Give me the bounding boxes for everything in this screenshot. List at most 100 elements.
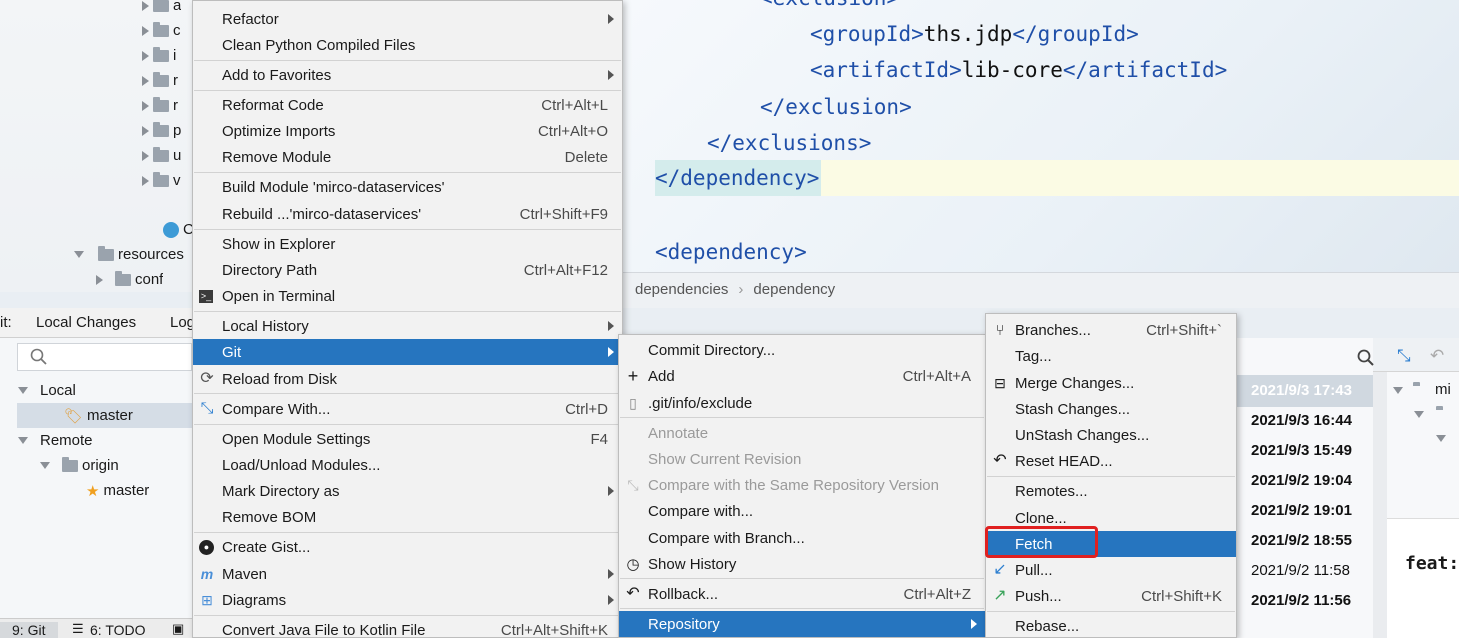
menu-item-pull[interactable]: ↙ Pull... [986,557,1236,583]
tree-row[interactable]: c [142,18,181,43]
log-date[interactable]: 2021/9/2 19:01 [1251,502,1352,519]
log-date[interactable]: 2021/9/2 11:58 [1251,562,1350,579]
menu-item-diagrams[interactable]: ⊞ Diagrams [193,587,622,613]
collapse-arrow-icon[interactable] [18,387,28,394]
menu-item-compare-same-repo[interactable]: ⤡ Compare with the Same Repository Versio… [619,472,985,498]
log-date[interactable]: 2021/9/2 11:56 [1251,592,1351,609]
log-scrollbar[interactable] [1373,338,1387,638]
context-menu: Refactor Clean Python Compiled Files Add… [192,0,623,638]
tree-row[interactable]: p [142,118,181,143]
menu-item-tag[interactable]: Tag... [986,343,1236,369]
collapse-arrow-icon[interactable] [18,437,28,444]
merge-icon: ⊟ [994,375,1006,391]
breadcrumb-item[interactable]: dependencies [635,281,728,298]
menu-item-clean-python[interactable]: Clean Python Compiled Files [193,32,622,58]
menu-item-maven[interactable]: m Maven [193,561,622,587]
expand-arrow-icon[interactable] [142,75,149,86]
expand-arrow-icon[interactable] [142,150,149,161]
menu-item-rebase[interactable]: Rebase... [986,613,1236,638]
branch-group-remote[interactable]: Remote [18,428,93,453]
expand-arrow-icon[interactable] [142,0,149,11]
menu-item-add[interactable]: + Add Ctrl+Alt+A [619,363,985,389]
collapse-arrow-icon[interactable] [1393,387,1403,394]
tree-row[interactable]: a [142,0,181,18]
menu-item-refactor[interactable]: Refactor [193,6,622,32]
expand-arrow-icon[interactable] [142,175,149,186]
menu-item-show-in-explorer[interactable]: Show in Explorer [193,231,622,257]
tree-row[interactable]: resources [74,242,184,267]
todo-tool-tab[interactable]: 6: TODO [90,622,146,638]
menu-item-compare-with-branch[interactable]: Compare with Branch... [619,525,985,551]
menu-item-reload-from-disk[interactable]: ⟳ Reload from Disk [193,366,622,392]
menu-item-remotes[interactable]: Remotes... [986,478,1236,504]
tree-row[interactable]: u [142,143,181,168]
expand-arrow-icon[interactable] [96,274,103,285]
expand-arrow-icon[interactable] [142,100,149,111]
tab-local-changes[interactable]: Local Changes [36,314,136,331]
menu-item-repository[interactable]: Repository [619,611,985,637]
menu-item-add-to-favorites[interactable]: Add to Favorites [193,62,622,88]
collapse-arrow-icon[interactable] [1414,411,1424,418]
breadcrumb-item[interactable]: dependency [753,281,835,298]
git-tool-tab[interactable]: 9: Git [12,622,45,638]
menu-item-mark-directory-as[interactable]: Mark Directory as [193,478,622,504]
log-date[interactable]: 2021/9/3 17:43 [1251,382,1352,399]
menu-item-reformat-code[interactable]: Reformat Code Ctrl+Alt+L [193,92,622,118]
menu-item-convert-to-kotlin[interactable]: Convert Java File to Kotlin File Ctrl+Alt… [193,617,622,638]
menu-item-remove-bom[interactable]: Remove BOM [193,504,622,530]
tree-row[interactable]: i [142,43,176,68]
menu-item-create-gist[interactable]: ● Create Gist... [193,534,622,560]
package-icon [153,171,169,187]
menu-item-unstash-changes[interactable]: UnStash Changes... [986,422,1236,448]
branch-item-remote-master[interactable]: ★ master [86,478,149,503]
menu-item-commit-directory[interactable]: Commit Directory... [619,337,985,363]
tree-row[interactable]: conf [96,267,163,292]
tree-row[interactable]: r [142,68,178,93]
expand-arrow-icon[interactable] [142,25,149,36]
undo-icon[interactable]: ↶ [1430,346,1444,366]
update-icon[interactable]: ⤡ [1397,346,1411,366]
menu-item-open-in-terminal[interactable]: >_ Open in Terminal [193,283,622,309]
star-icon: ★ [86,482,100,500]
menu-item-annotate[interactable]: Annotate [619,420,985,446]
branch-group-local[interactable]: Local [18,378,76,403]
menu-item-show-current-revision[interactable]: Show Current Revision [619,446,985,472]
tree-row[interactable]: r [142,93,178,118]
log-date[interactable]: 2021/9/2 18:55 [1251,532,1352,549]
branch-item-local-master[interactable]: 🏷 master [64,403,133,428]
menu-item-compare-with[interactable]: ⤡ Compare With... Ctrl+D [193,396,622,422]
expand-arrow-icon[interactable] [142,125,149,136]
menu-item-push[interactable]: ↗ Push... Ctrl+Shift+K [986,583,1236,609]
tree-row[interactable]: v [142,168,181,193]
code-line: <artifactId>lib-core</artifactId> [810,58,1228,82]
log-date[interactable]: 2021/9/3 15:49 [1251,442,1352,459]
menu-item-load-unload-modules[interactable]: Load/Unload Modules... [193,452,622,478]
menu-item-git[interactable]: Git [193,339,622,365]
menu-item-local-history[interactable]: Local History [193,313,622,339]
remote-origin[interactable]: origin [40,453,119,478]
menu-item-stash-changes[interactable]: Stash Changes... [986,396,1236,422]
menu-item-show-history[interactable]: ◷ Show History [619,551,985,577]
collapse-arrow-icon[interactable] [40,462,50,469]
menu-item-reset-head[interactable]: ↶ Reset HEAD... [986,448,1236,474]
collapse-arrow-icon[interactable] [74,251,84,258]
menu-item-rebuild[interactable]: Rebuild ...'mirco-dataservices' Ctrl+Shif… [193,201,622,227]
menu-item-rollback[interactable]: ↶ Rollback... Ctrl+Alt+Z [619,581,985,607]
menu-item-optimize-imports[interactable]: Optimize Imports Ctrl+Alt+O [193,118,622,144]
expand-arrow-icon[interactable] [142,50,149,61]
menu-item-remove-module[interactable]: Remove Module Delete [193,144,622,170]
log-date[interactable]: 2021/9/2 19:04 [1251,472,1352,489]
plus-icon: + [627,366,639,386]
menu-item-build-module[interactable]: Build Module 'mirco-dataservices' [193,174,622,200]
branch-search-input[interactable] [17,343,192,371]
menu-item-git-exclude[interactable]: ▯ .git/info/exclude [619,390,985,416]
menu-item-branches[interactable]: ⑂ Branches... Ctrl+Shift+` [986,317,1236,343]
menu-item-merge-changes[interactable]: ⊟ Merge Changes... [986,370,1236,396]
menu-item-open-module-settings[interactable]: Open Module Settings F4 [193,426,622,452]
menu-item-compare-with[interactable]: Compare with... [619,498,985,524]
log-date[interactable]: 2021/9/3 16:44 [1251,412,1352,429]
menu-item-directory-path[interactable]: Directory Path Ctrl+Alt+F12 [193,257,622,283]
collapse-arrow-icon[interactable] [1436,435,1446,442]
search-icon[interactable] [1357,349,1375,367]
tree-row[interactable]: C [163,217,194,242]
